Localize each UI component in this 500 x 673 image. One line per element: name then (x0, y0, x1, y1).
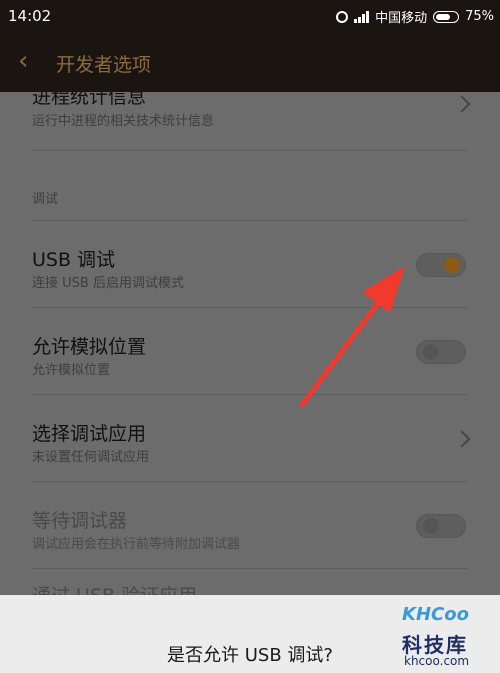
arrow-head (362, 266, 405, 313)
watermark: KHCoo 科技库 khcoo.com (390, 600, 494, 670)
arrow-shaft (299, 300, 381, 408)
watermark-logo: KHCoo (402, 604, 469, 625)
red-arrow-annotation (299, 266, 405, 408)
watermark-url: khcoo.com (404, 654, 470, 668)
